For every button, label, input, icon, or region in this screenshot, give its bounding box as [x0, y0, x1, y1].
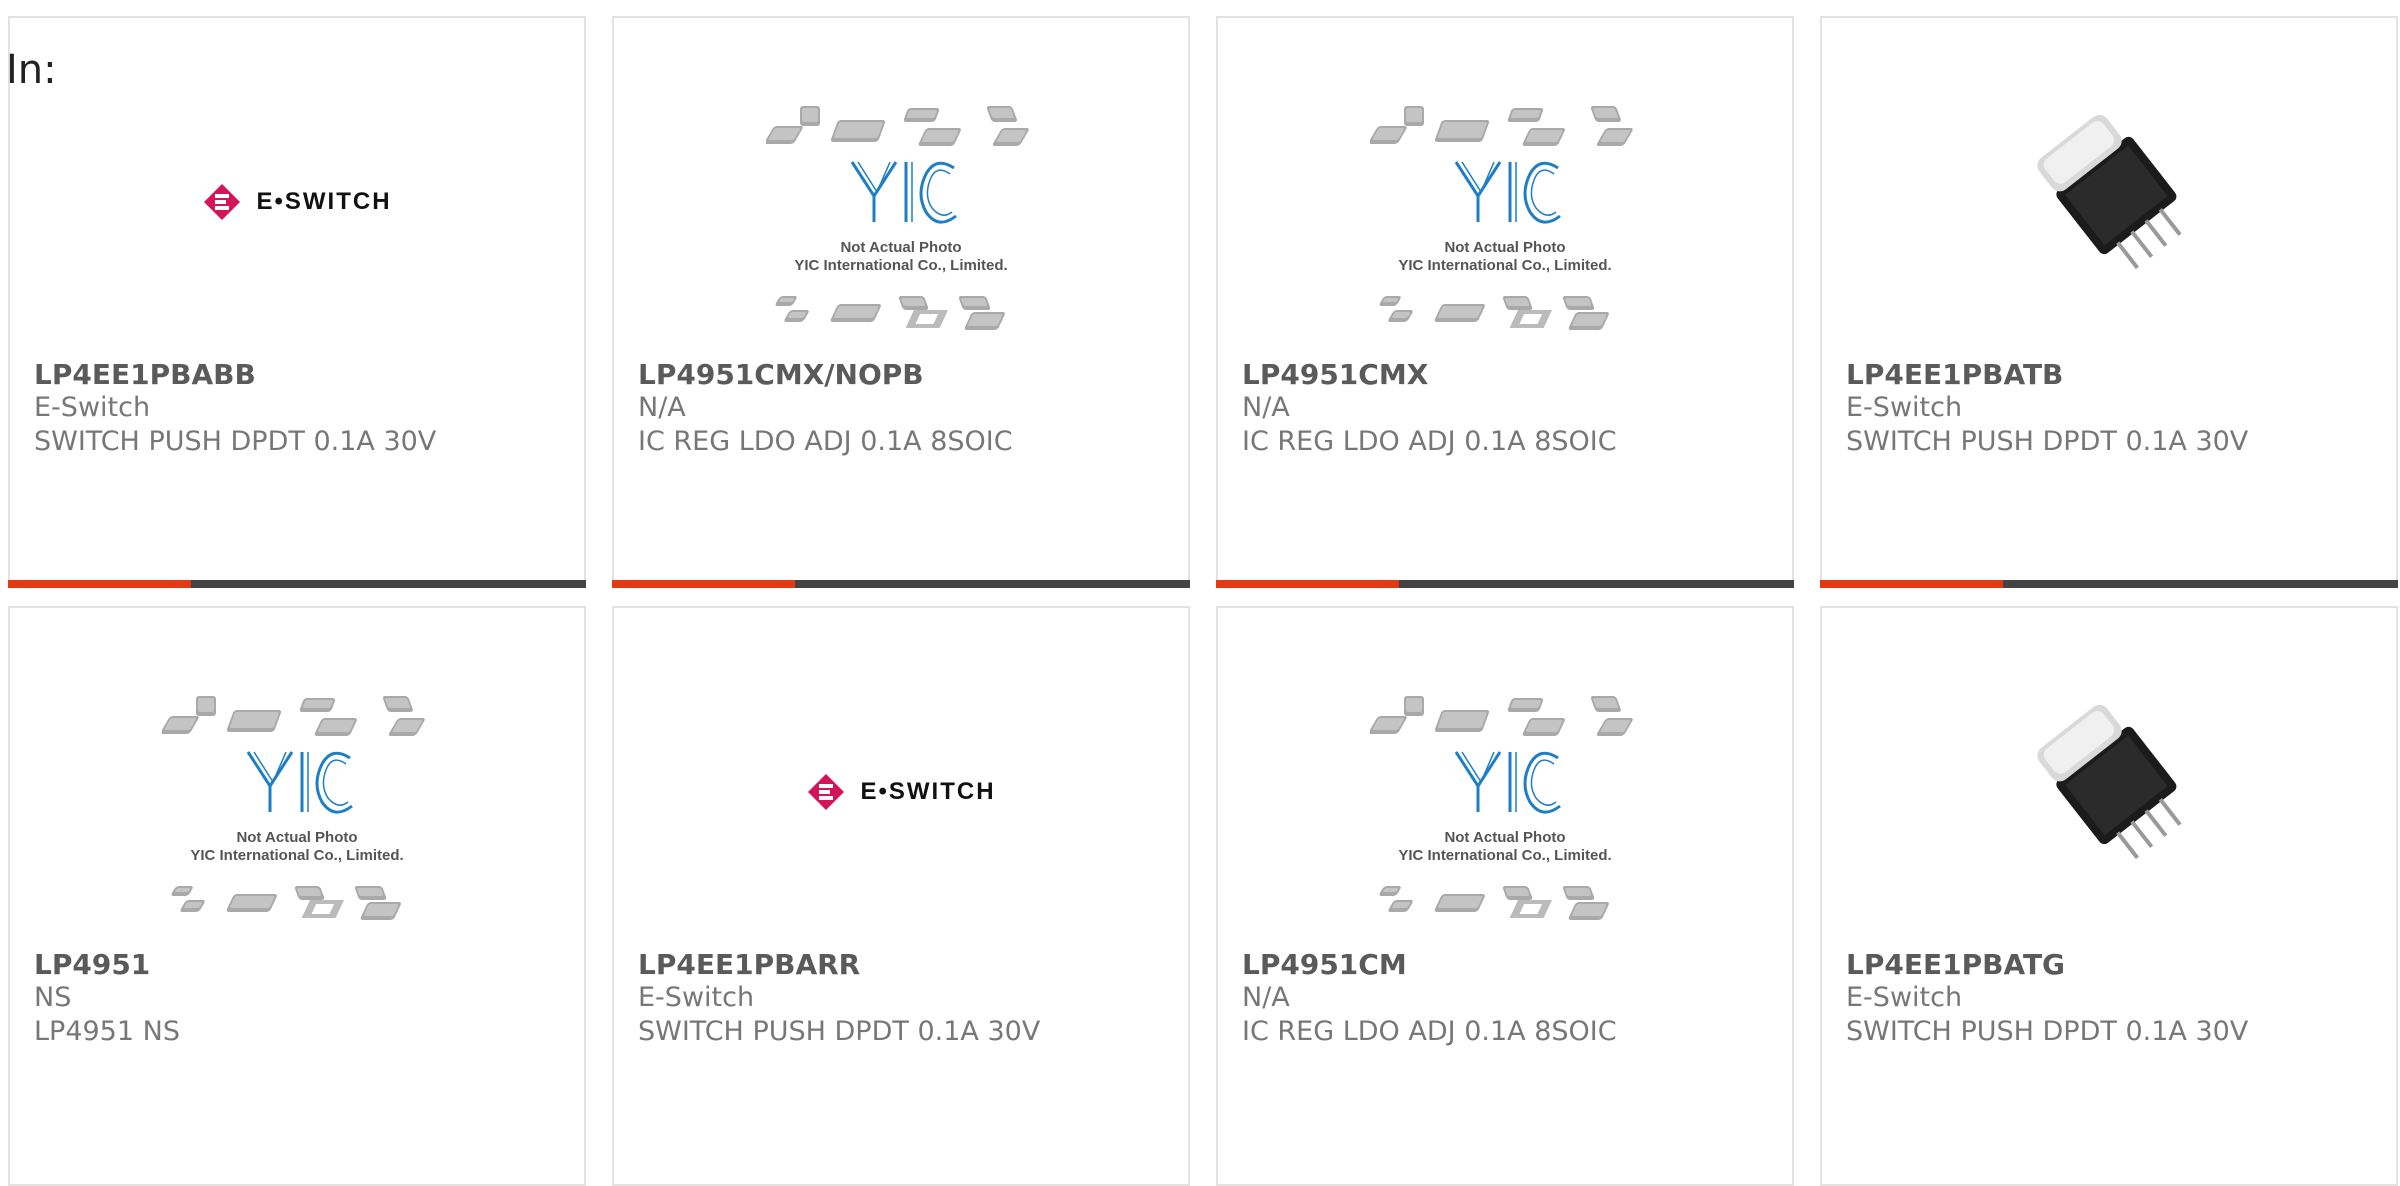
manufacturer: N/A [1242, 982, 1290, 1013]
placeholder-caption-1: Not Actual Photo [1444, 239, 1565, 256]
description: IC REG LDO ADJ 0.1A 8SOIC [1242, 426, 1617, 457]
card-accent-bar [8, 580, 586, 588]
placeholder-caption-1: Not Actual Photo [236, 829, 357, 846]
product-image[interactable]: Not Actual Photo YIC International Co., L… [1218, 696, 1792, 936]
push-switch-photo [2009, 86, 2209, 290]
product-image[interactable]: Not Actual Photo YIC International Co., L… [10, 696, 584, 936]
product-card[interactable]: Not Actual Photo YIC International Co., L… [1216, 16, 1794, 588]
description: LP4951 NS [34, 1016, 180, 1047]
manufacturer: E-Switch [1846, 392, 1963, 423]
description: SWITCH PUSH DPDT 0.1A 30V [34, 426, 437, 457]
description: SWITCH PUSH DPDT 0.1A 30V [1846, 426, 2249, 457]
product-card[interactable]: Not Actual Photo YIC International Co., L… [612, 16, 1190, 588]
yic-logo [1454, 751, 1561, 814]
product-card[interactable]: E•SWITCH LP4EE1PBARR E-Switch SWITCH PUSH D… [612, 606, 1190, 1186]
card-accent-highlight [612, 580, 795, 588]
filter-label: In: [6, 47, 57, 93]
yic-logo [1454, 161, 1561, 224]
eswitch-diamond-icon [204, 184, 241, 220]
description: IC REG LDO ADJ 0.1A 8SOIC [638, 426, 1013, 457]
part-number-link[interactable]: LP4EE1PBARR [638, 948, 860, 981]
product-card[interactable]: E•SWITCH LP4EE1PBABB E-Switch SWITCH PUSH D… [8, 16, 586, 588]
placeholder-caption-2: YIC International Co., Limited. [794, 257, 1007, 274]
eswitch-diamond-icon [808, 774, 845, 810]
product-image[interactable]: Not Actual Photo YIC International Co., L… [1218, 106, 1792, 346]
yic-placeholder-image: Not Actual Photo YIC International Co., L… [1368, 104, 1640, 348]
yic-logo [850, 161, 957, 224]
product-image[interactable]: E•SWITCH [614, 752, 1188, 832]
card-accent-highlight [1216, 580, 1399, 588]
eswitch-logo: E•SWITCH [806, 772, 995, 812]
part-number-link[interactable]: LP4951CMX/NOPB [638, 358, 924, 391]
yic-placeholder-image: Not Actual Photo YIC International Co., L… [764, 104, 1036, 348]
push-switch-photo [2009, 676, 2209, 880]
part-number-link[interactable]: LP4EE1PBATB [1846, 358, 2063, 391]
part-number-link[interactable]: LP4EE1PBABB [34, 358, 256, 391]
card-accent-bar [1820, 580, 2398, 588]
placeholder-caption-2: YIC International Co., Limited. [1398, 257, 1611, 274]
placeholder-caption-1: Not Actual Photo [840, 239, 961, 256]
product-image[interactable] [1822, 668, 2396, 888]
product-card[interactable]: LP4EE1PBATG E-Switch SWITCH PUSH DPDT 0.1A… [1820, 606, 2398, 1186]
yic-placeholder-image: Not Actual Photo YIC International Co., L… [1368, 694, 1640, 938]
part-number-link[interactable]: LP4EE1PBATG [1846, 948, 2065, 981]
description: IC REG LDO ADJ 0.1A 8SOIC [1242, 1016, 1617, 1047]
product-grid: E•SWITCH LP4EE1PBABB E-Switch SWITCH PUSH D… [0, 0, 2400, 1186]
card-accent-bar [1216, 580, 1794, 588]
placeholder-caption-2: YIC International Co., Limited. [1398, 847, 1611, 864]
manufacturer: N/A [1242, 392, 1290, 423]
description: SWITCH PUSH DPDT 0.1A 30V [1846, 1016, 2249, 1047]
card-accent-bar [612, 580, 1190, 588]
manufacturer: N/A [638, 392, 686, 423]
yic-logo [246, 751, 353, 814]
card-accent-highlight [1820, 580, 2003, 588]
eswitch-logo-text: E•SWITCH [860, 778, 996, 805]
eswitch-logo: E•SWITCH [202, 182, 391, 222]
product-image[interactable] [1822, 78, 2396, 298]
product-image[interactable]: E•SWITCH [10, 162, 584, 242]
description: SWITCH PUSH DPDT 0.1A 30V [638, 1016, 1041, 1047]
manufacturer: E-Switch [34, 392, 151, 423]
manufacturer: NS [34, 982, 72, 1013]
product-card[interactable]: Not Actual Photo YIC International Co., L… [1216, 606, 1794, 1186]
part-number-link[interactable]: LP4951CMX [1242, 358, 1428, 391]
card-accent-highlight [8, 580, 191, 588]
part-number-link[interactable]: LP4951CM [1242, 948, 1407, 981]
placeholder-caption-1: Not Actual Photo [1444, 829, 1565, 846]
product-card[interactable]: Not Actual Photo YIC International Co., L… [8, 606, 586, 1186]
manufacturer: E-Switch [1846, 982, 1963, 1013]
yic-placeholder-image: Not Actual Photo YIC International Co., L… [160, 694, 432, 938]
part-number-link[interactable]: LP4951 [34, 948, 150, 981]
product-card[interactable]: LP4EE1PBATB E-Switch SWITCH PUSH DPDT 0.1A… [1820, 16, 2398, 588]
manufacturer: E-Switch [638, 982, 755, 1013]
placeholder-caption-2: YIC International Co., Limited. [190, 847, 403, 864]
product-image[interactable]: Not Actual Photo YIC International Co., L… [614, 106, 1188, 346]
eswitch-logo-text: E•SWITCH [256, 188, 392, 215]
